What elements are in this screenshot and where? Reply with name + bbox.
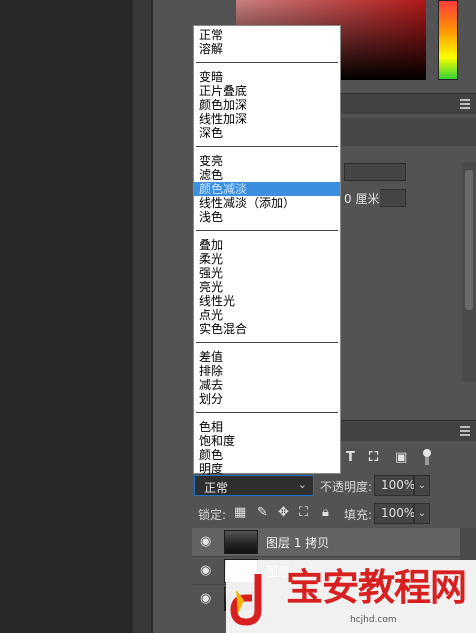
layer-thumbnail (224, 530, 258, 554)
lock-label: 锁定: (198, 508, 227, 522)
lock-position-icon[interactable]: ✥ (278, 505, 289, 520)
properties-panel-tab-area (340, 118, 476, 146)
opacity-label: 不透明度: (320, 480, 373, 494)
fill-label: 填充: (344, 508, 373, 522)
smart-object-filter-icon[interactable]: ▣ (395, 450, 407, 465)
blend-mode-option[interactable]: 线性加深 (194, 112, 340, 126)
canvas-background (0, 0, 133, 633)
blend-mode-option[interactable]: 柔光 (194, 252, 340, 266)
fill-chevron-icon[interactable]: ⌄ (414, 503, 430, 524)
panel-header-layers (340, 420, 476, 441)
properties-panel-body (340, 118, 476, 408)
chevron-down-icon: ⌄ (297, 478, 307, 491)
blend-mode-value: 正常 (204, 481, 229, 495)
panel-menu-icon[interactable] (460, 99, 470, 111)
filter-toggle-icon[interactable] (423, 449, 432, 465)
fill-input[interactable]: 100% (374, 503, 415, 524)
lock-transparent-pixels-icon[interactable]: ▦ (234, 505, 246, 520)
eye-icon[interactable]: ◉ (200, 591, 211, 606)
blend-mode-select[interactable]: 正常 ⌄ (194, 475, 314, 496)
blend-mode-option[interactable]: 划分 (194, 392, 340, 406)
blend-mode-option[interactable]: 饱和度 (194, 434, 340, 448)
blend-mode-option[interactable]: 减去 (194, 378, 340, 392)
panel-header-properties (340, 93, 476, 114)
layer-name: 图层 1 拷贝 (266, 536, 330, 550)
lock-image-pixels-icon[interactable]: ✎ (257, 505, 268, 520)
menu-separator (196, 342, 338, 343)
menu-separator (196, 412, 338, 413)
blend-mode-option[interactable]: 颜色加深 (194, 98, 340, 112)
blend-mode-option[interactable]: 色相 (194, 420, 340, 434)
opacity-chevron-icon[interactable]: ⌄ (414, 475, 430, 496)
blend-mode-option[interactable]: 差值 (194, 350, 340, 364)
blend-mode-option[interactable]: 叠加 (194, 238, 340, 252)
blend-mode-option[interactable]: 溶解 (194, 42, 340, 56)
properties-field-2[interactable] (380, 189, 406, 207)
blend-mode-option[interactable]: 浅色 (194, 210, 340, 224)
blend-mode-option[interactable]: 正常 (194, 28, 340, 42)
lock-artboard-icon[interactable]: ⛶ (299, 505, 308, 520)
properties-scrollbar-thumb[interactable] (465, 170, 473, 310)
blend-mode-dropdown[interactable]: 正常 溶解变暗 正片叠底 颜色加深 线性加深 深色变亮 滤色 颜色减淡 线性减淡（添加） 浅色叠加… (193, 25, 341, 476)
blend-mode-option[interactable]: 点光 (194, 308, 340, 322)
type-filter-icon[interactable]: T (346, 450, 355, 465)
blend-mode-option[interactable]: 正片叠底 (194, 84, 340, 98)
blend-mode-option[interactable]: 实色混合 (194, 322, 340, 336)
shape-filter-icon[interactable]: ⛶ (369, 450, 378, 465)
watermark-url: hcjhd.com (350, 615, 397, 625)
toolbar-strip (133, 0, 151, 633)
blend-mode-option[interactable]: 变暗 (194, 70, 340, 84)
blend-mode-option[interactable]: 滤色 (194, 168, 340, 182)
blend-mode-option[interactable]: 深色 (194, 126, 340, 140)
layers-panel-menu-icon[interactable] (460, 426, 470, 438)
lock-all-icon[interactable]: 🔒︎ (322, 505, 329, 520)
blend-mode-option[interactable]: 颜色减淡 (194, 182, 340, 196)
properties-field-2-label: 0 厘米 (344, 192, 380, 206)
blend-mode-option[interactable]: 线性光 (194, 294, 340, 308)
blend-mode-option[interactable]: 亮光 (194, 280, 340, 294)
layer-row[interactable]: ◉ 图层 1 拷贝 (192, 528, 460, 556)
blend-mode-option[interactable]: 线性减淡（添加） (194, 196, 340, 210)
blend-mode-option[interactable]: 明度 (194, 462, 340, 476)
watermark-title: 宝安教程网 (286, 566, 467, 609)
eye-icon[interactable]: ◉ (200, 534, 211, 549)
opacity-input[interactable]: 100% (374, 475, 415, 496)
watermark-logo-icon (230, 574, 262, 626)
blend-mode-option[interactable]: 排除 (194, 364, 340, 378)
blend-mode-option[interactable]: 颜色 (194, 448, 340, 462)
eye-icon[interactable]: ◉ (200, 563, 211, 578)
blend-mode-option[interactable]: 强光 (194, 266, 340, 280)
menu-separator (196, 230, 338, 231)
hue-slider[interactable] (438, 0, 458, 80)
blend-mode-option[interactable]: 变亮 (194, 154, 340, 168)
properties-field-1[interactable] (344, 163, 406, 181)
menu-separator (196, 62, 338, 63)
menu-separator (196, 146, 338, 147)
